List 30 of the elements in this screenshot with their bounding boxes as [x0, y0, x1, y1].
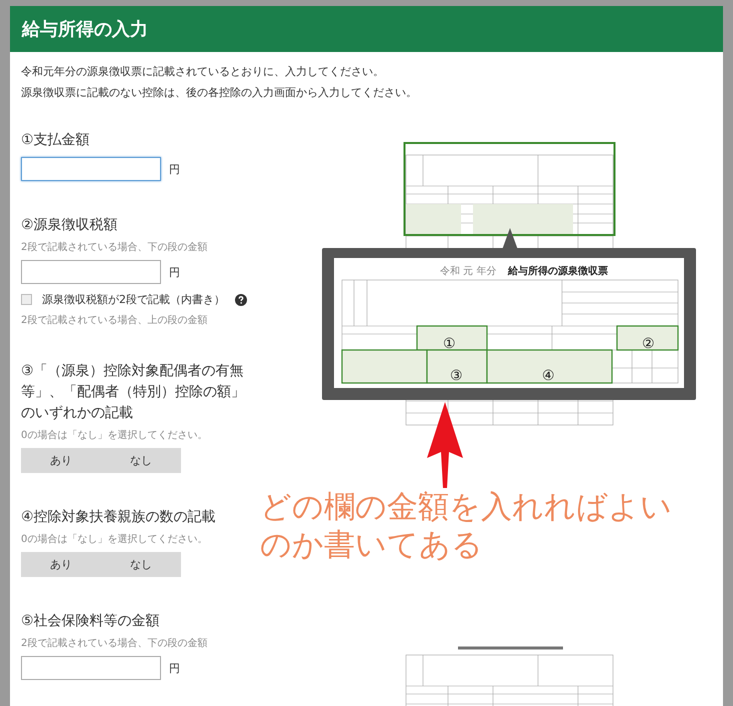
slip-marker: ③ — [450, 368, 463, 384]
field-hint: 2段で記載されている場合、上の段の金額 — [21, 314, 208, 327]
annotation-text: のか書いてある — [260, 526, 484, 564]
field-hint: 0の場合は「なし」を選択してください。 — [21, 532, 208, 546]
field-label: ③「（源泉）控除対象配偶者の有無等」、「配偶者（特別）控除の額」のいずれかの記載 — [21, 362, 246, 423]
slip-marker: ② — [642, 336, 655, 352]
field-label: ①支払金額 — [21, 131, 91, 150]
field-hint: 2段で記載されている場合、下の段の金額 — [21, 636, 208, 650]
help-icon[interactable] — [235, 294, 247, 306]
intro-text: 源泉徴収票に記載のない控除は、後の各控除の入力画面から入力してください。 — [21, 85, 418, 100]
field-label: ④控除対象扶養親族の数の記載 — [21, 508, 217, 527]
intro-text: 令和元年分の源泉徴収票に記載されているとおりに、入力してください。 — [21, 64, 385, 79]
slip-marker: ① — [443, 336, 456, 352]
amount-input[interactable] — [21, 157, 161, 181]
slip-title: 給与所得の源泉徴収票 — [508, 266, 608, 277]
slip-year-label: 令和 元 年分 — [440, 266, 496, 277]
amount-input[interactable] — [21, 656, 161, 680]
unit-label: 円 — [169, 660, 180, 676]
dialog-title: 給与所得の入力 — [22, 18, 148, 41]
checkbox[interactable] — [21, 294, 32, 305]
slip-marker: ④ — [542, 368, 555, 384]
unit-label: 円 — [169, 264, 180, 280]
unit-label: 円 — [169, 162, 180, 176]
field-hint: 0の場合は「なし」を選択してください。 — [21, 428, 208, 442]
field-hint: 2段で記載されている場合、下の段の金額 — [21, 240, 208, 254]
amount-input[interactable] — [21, 260, 161, 284]
field-label: ②源泉徴収税額 — [21, 216, 119, 235]
checkbox-label[interactable]: 源泉徴収税額が2段で記載（内書き） — [42, 292, 225, 307]
field-label: ⑤社会保険料等の金額 — [21, 612, 161, 631]
annotation-text: どの欄の金額を入れればよい — [260, 488, 672, 526]
